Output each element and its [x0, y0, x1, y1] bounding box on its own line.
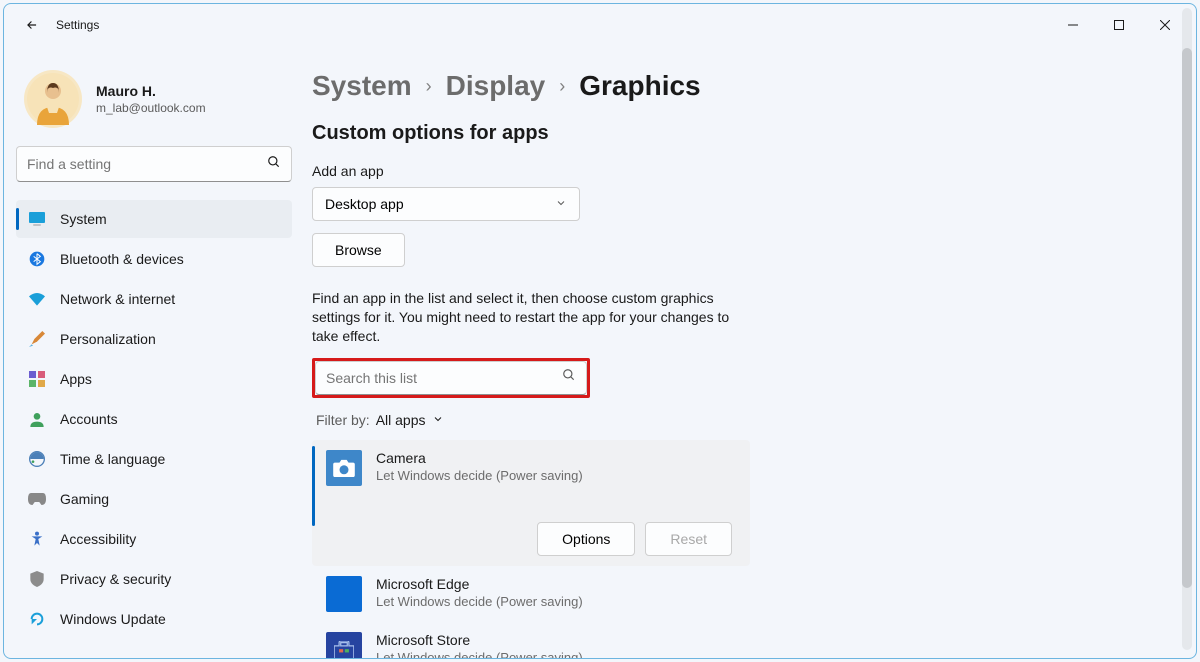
person-icon — [28, 410, 46, 428]
apps-icon — [28, 370, 46, 388]
options-button[interactable]: Options — [537, 522, 635, 556]
nav-label: Accessibility — [60, 531, 136, 547]
app-subtext: Let Windows decide (Power saving) — [376, 594, 583, 609]
app-name: Microsoft Edge — [376, 576, 583, 592]
chevron-right-icon: › — [426, 76, 432, 97]
app-type-dropdown[interactable]: Desktop app — [312, 187, 580, 221]
app-subtext: Let Windows decide (Power saving) — [376, 468, 583, 483]
filter-row[interactable]: Filter by: All apps — [316, 412, 1140, 428]
chevron-down-icon — [432, 412, 444, 428]
section-title: Custom options for apps — [312, 122, 1140, 145]
dropdown-value: Desktop app — [325, 196, 404, 212]
sidebar-item-network[interactable]: Network & internet — [16, 280, 292, 318]
nav-label: System — [60, 211, 107, 227]
help-text: Find an app in the list and select it, t… — [312, 289, 732, 346]
chevron-down-icon — [555, 196, 567, 212]
edge-app-icon — [326, 576, 362, 612]
search-highlight — [312, 358, 590, 398]
update-icon — [28, 610, 46, 628]
sidebar-item-time-language[interactable]: Time & language — [16, 440, 292, 478]
maximize-button[interactable] — [1096, 9, 1142, 41]
list-search-input[interactable] — [326, 370, 562, 386]
breadcrumb-system[interactable]: System — [312, 70, 412, 102]
accessibility-icon — [28, 530, 46, 548]
app-row-camera[interactable]: Camera Let Windows decide (Power saving)… — [312, 440, 750, 566]
bluetooth-icon — [28, 250, 46, 268]
list-search[interactable] — [315, 361, 587, 395]
system-icon — [28, 210, 46, 228]
breadcrumb: System › Display › Graphics — [312, 70, 1140, 102]
avatar — [24, 70, 82, 128]
sidebar-item-accounts[interactable]: Accounts — [16, 400, 292, 438]
sidebar-item-apps[interactable]: Apps — [16, 360, 292, 398]
sidebar-item-system[interactable]: System — [16, 200, 292, 238]
nav-label: Personalization — [60, 331, 156, 347]
app-row-edge[interactable]: Microsoft Edge Let Windows decide (Power… — [312, 566, 750, 622]
brush-icon — [28, 330, 46, 348]
wifi-icon — [28, 290, 46, 308]
profile-block[interactable]: Mauro H. m_lab@outlook.com — [16, 58, 292, 146]
sidebar-item-gaming[interactable]: Gaming — [16, 480, 292, 518]
sidebar-item-privacy[interactable]: Privacy & security — [16, 560, 292, 598]
sidebar-item-windows-update[interactable]: Windows Update — [16, 600, 292, 638]
nav-label: Time & language — [60, 451, 165, 467]
scrollbar-thumb[interactable] — [1182, 48, 1192, 588]
reset-button: Reset — [645, 522, 732, 556]
app-row-store[interactable]: Microsoft Store Let Windows decide (Powe… — [312, 622, 750, 658]
breadcrumb-graphics: Graphics — [579, 70, 700, 102]
sidebar-item-accessibility[interactable]: Accessibility — [16, 520, 292, 558]
sidebar: Mauro H. m_lab@outlook.com System Blueto… — [4, 46, 304, 658]
nav-label: Privacy & security — [60, 571, 171, 587]
sidebar-item-personalization[interactable]: Personalization — [16, 320, 292, 358]
breadcrumb-display[interactable]: Display — [446, 70, 546, 102]
store-app-icon — [326, 632, 362, 658]
add-app-label: Add an app — [312, 163, 1140, 179]
search-icon — [267, 155, 281, 174]
sidebar-item-bluetooth[interactable]: Bluetooth & devices — [16, 240, 292, 278]
browse-button[interactable]: Browse — [312, 233, 405, 267]
scrollbar[interactable] — [1182, 8, 1192, 650]
shield-icon — [28, 570, 46, 588]
nav-label: Network & internet — [60, 291, 175, 307]
filter-value: All apps — [376, 412, 426, 428]
main-pane: System › Display › Graphics Custom optio… — [304, 46, 1196, 658]
profile-email: m_lab@outlook.com — [96, 101, 206, 115]
app-name: Camera — [376, 450, 583, 466]
app-list: Camera Let Windows decide (Power saving)… — [312, 440, 750, 658]
nav-label: Apps — [60, 371, 92, 387]
search-icon — [562, 368, 576, 387]
back-button[interactable] — [16, 9, 48, 41]
filter-label: Filter by: — [316, 412, 370, 428]
titlebar: Settings — [4, 4, 1196, 46]
nav-label: Bluetooth & devices — [60, 251, 184, 267]
app-subtext: Let Windows decide (Power saving) — [376, 650, 583, 658]
find-setting-input[interactable] — [27, 156, 267, 172]
profile-name: Mauro H. — [96, 83, 206, 99]
nav-label: Accounts — [60, 411, 118, 427]
game-icon — [28, 490, 46, 508]
find-setting-search[interactable] — [16, 146, 292, 182]
nav-label: Windows Update — [60, 611, 166, 627]
minimize-button[interactable] — [1050, 9, 1096, 41]
chevron-right-icon: › — [559, 76, 565, 97]
nav-list: System Bluetooth & devices Network & int… — [16, 200, 292, 640]
clock-icon — [28, 450, 46, 468]
window-title: Settings — [56, 18, 99, 32]
camera-app-icon — [326, 450, 362, 486]
app-name: Microsoft Store — [376, 632, 583, 648]
nav-label: Gaming — [60, 491, 109, 507]
